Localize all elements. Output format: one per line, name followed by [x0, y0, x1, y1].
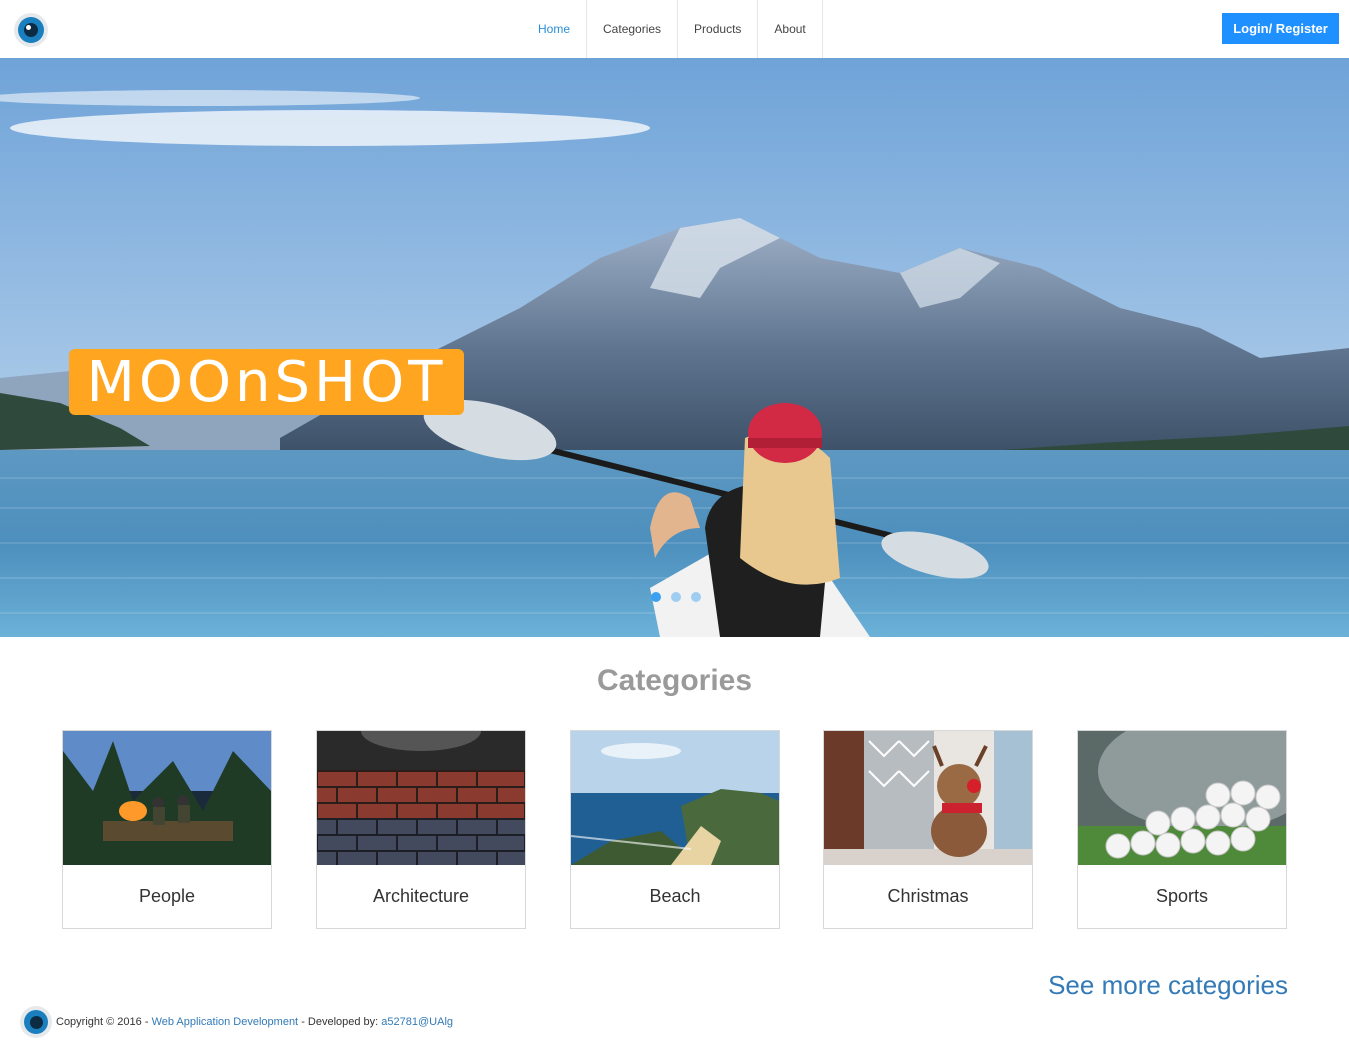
login-register-button[interactable]: Login/ Register — [1222, 13, 1339, 44]
footer-copyright: Copyright © 2016 - — [56, 1016, 149, 1028]
footer-course-link[interactable]: Web Application Development — [152, 1016, 299, 1028]
christmas-thumbnail — [824, 731, 1032, 865]
category-label-people: People — [138, 886, 196, 906]
category-card-christmas[interactable]: Christmas — [823, 730, 1033, 929]
category-label-christmas: Christmas — [887, 886, 969, 906]
people-thumbnail — [63, 731, 271, 865]
hero-kayak-image — [0, 58, 1349, 637]
categories-heading: Categories — [596, 664, 753, 697]
carousel-dot-1[interactable] — [651, 592, 661, 602]
beach-thumbnail — [571, 731, 779, 865]
category-card-people[interactable]: People — [62, 730, 272, 929]
category-label-beach: Beach — [649, 886, 701, 906]
category-card-sports[interactable]: Sports — [1077, 730, 1287, 929]
nav-about[interactable]: About — [758, 0, 823, 58]
category-card-beach[interactable]: Beach — [570, 730, 780, 929]
footer-developed-by: - Developed by: — [301, 1016, 379, 1028]
carousel-dot-3[interactable] — [691, 592, 701, 602]
carousel-indicators — [651, 592, 701, 602]
category-label-architecture: Architecture — [372, 886, 470, 906]
architecture-thumbnail — [317, 731, 525, 865]
category-card-architecture[interactable]: Architecture — [316, 730, 526, 929]
moonshot-brand-badge: MOOnSHOT — [69, 349, 464, 415]
top-navbar: Home Categories Products About Login/ Re… — [0, 0, 1349, 58]
eye-logo-icon[interactable] — [14, 13, 48, 47]
footer-eye-logo-icon — [20, 1006, 52, 1038]
footer: Copyright © 2016 - Web Application Devel… — [20, 1006, 453, 1038]
sports-thumbnail — [1078, 731, 1286, 865]
category-label-sports: Sports — [1155, 886, 1209, 906]
see-more-categories-link[interactable]: See more categories — [1048, 970, 1288, 1001]
nav-home[interactable]: Home — [522, 0, 588, 58]
nav-categories[interactable]: Categories — [587, 0, 679, 58]
footer-author-link[interactable]: a52781@UAlg — [381, 1016, 453, 1028]
nav-products[interactable]: Products — [678, 0, 759, 58]
carousel-dot-2[interactable] — [671, 592, 681, 602]
main-nav: Home Categories Products About — [522, 0, 823, 58]
hero-carousel[interactable]: MOOnSHOT — [0, 58, 1349, 637]
